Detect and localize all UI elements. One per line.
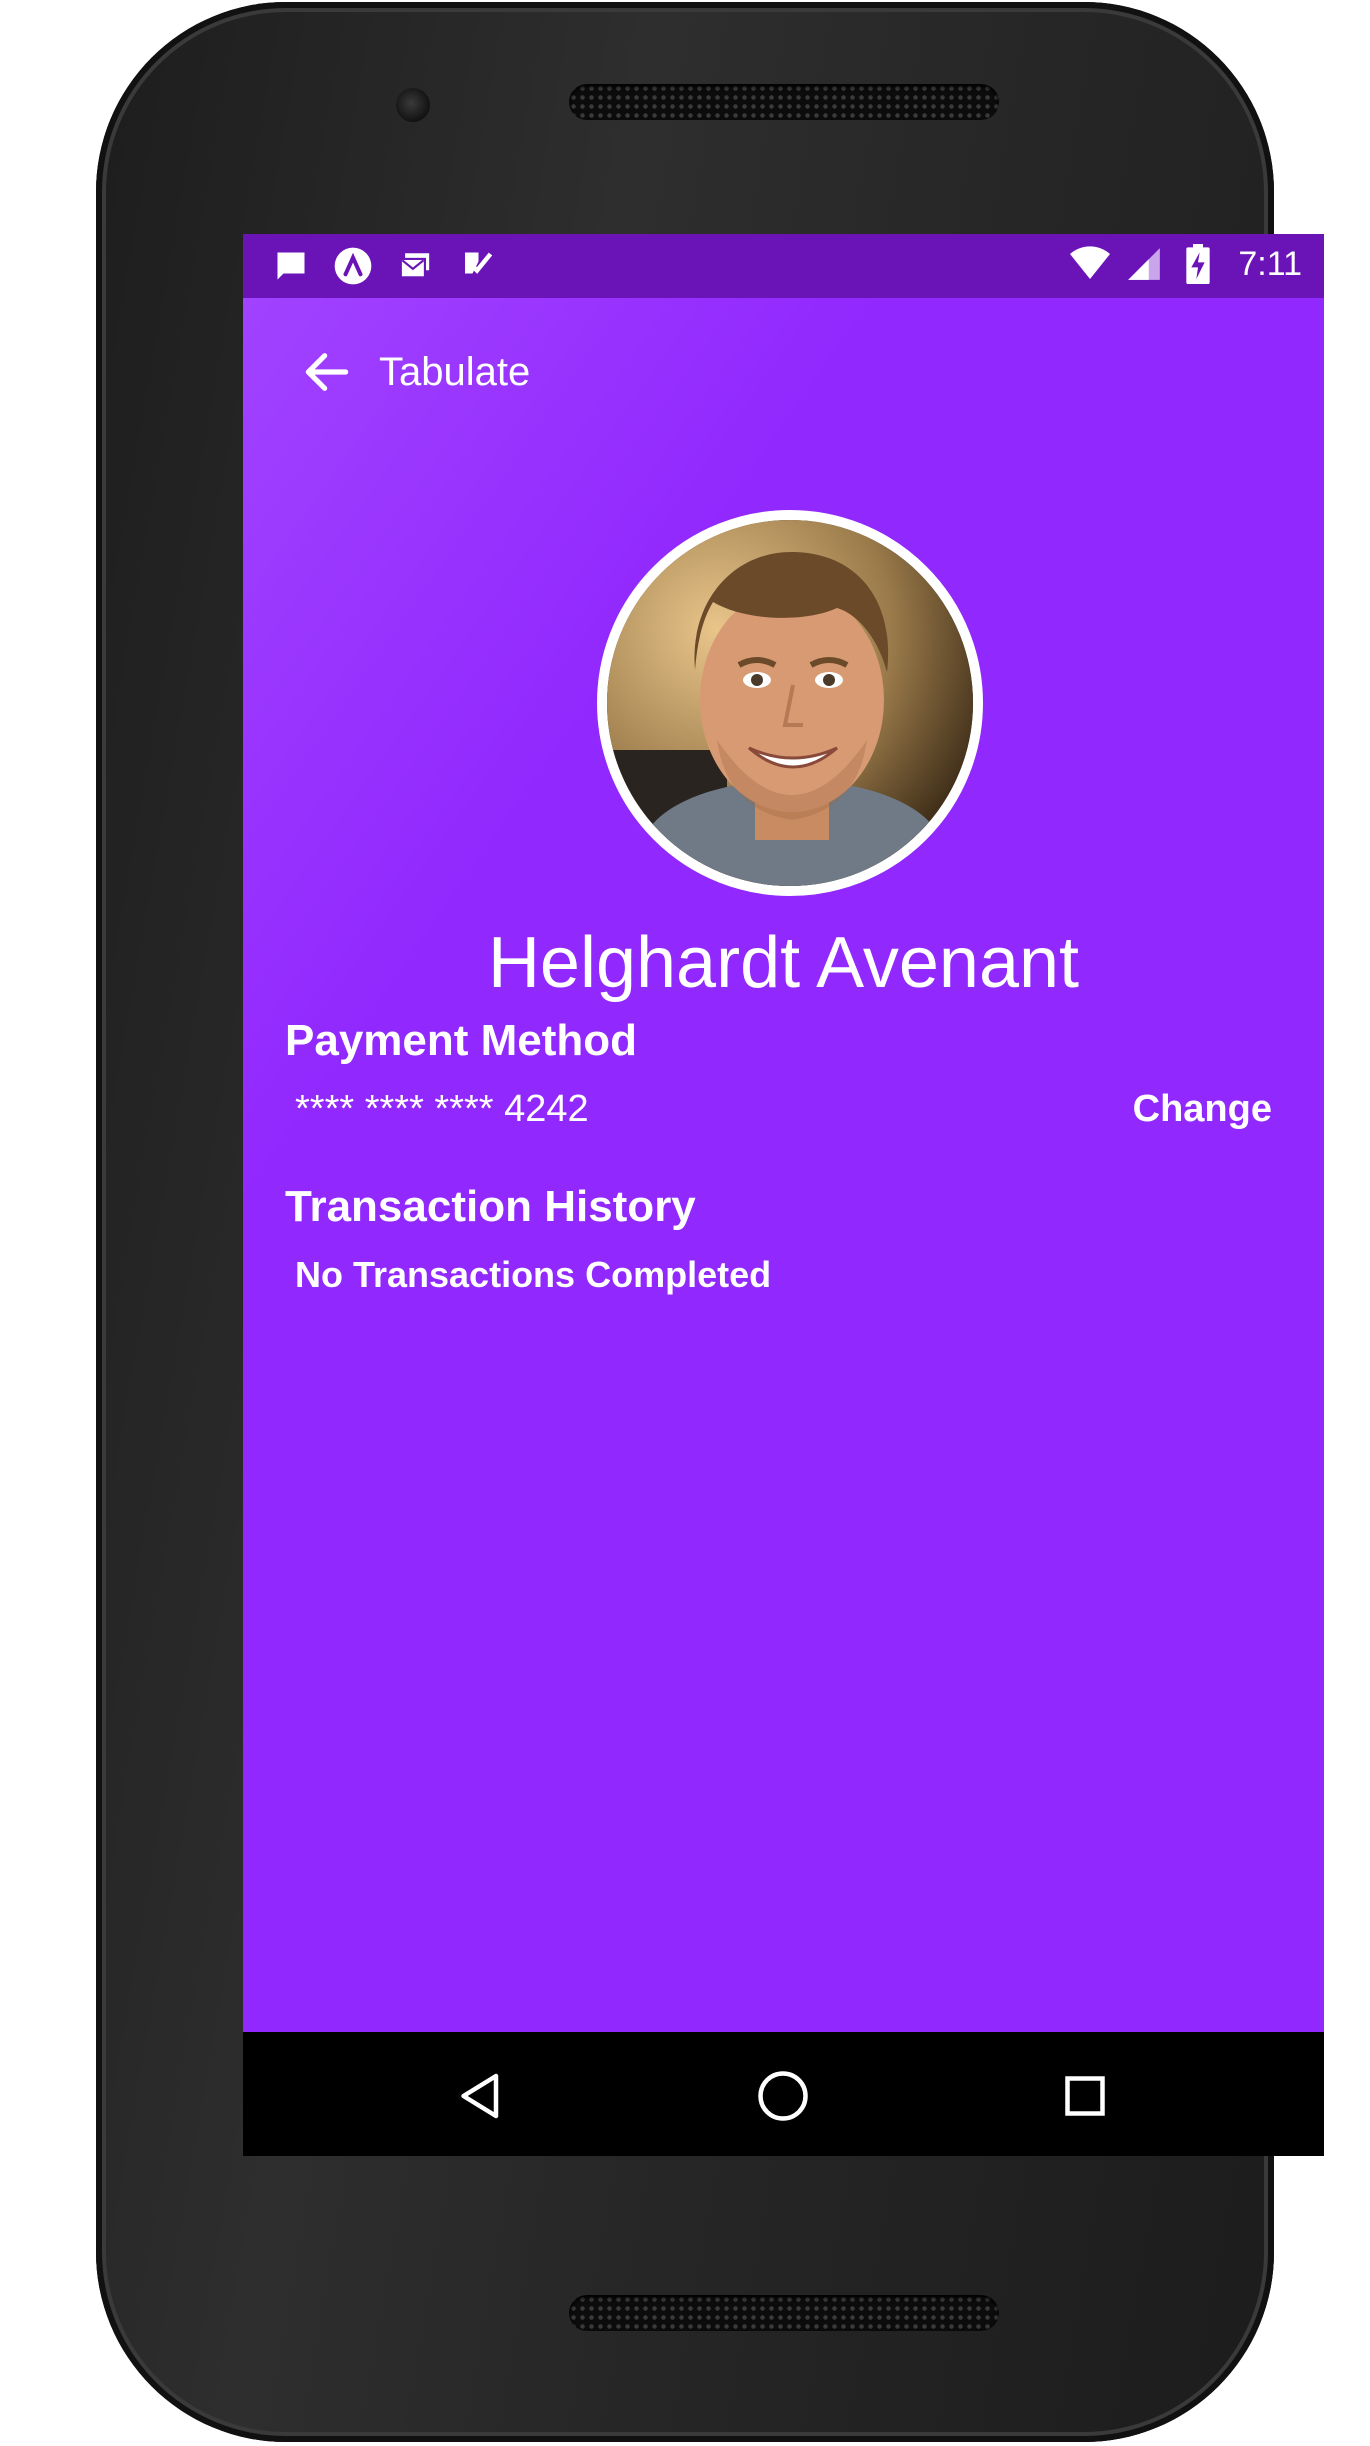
- avatar: [597, 510, 983, 896]
- app-launcher-icon: [333, 246, 373, 286]
- tasks-check-icon: [457, 246, 497, 286]
- arrow-left-icon: [305, 353, 349, 391]
- wifi-icon: [1070, 244, 1111, 284]
- status-clock: 7:11: [1238, 244, 1302, 283]
- home-circle-icon: [758, 2071, 808, 2121]
- user-avatar-photo: [607, 520, 973, 886]
- bottom-speaker: [569, 2295, 999, 2331]
- battery-charging-icon: [1178, 244, 1218, 284]
- nav-recents-button[interactable]: [1055, 2066, 1115, 2126]
- cell-signal-icon: [1124, 244, 1164, 284]
- nav-home-button[interactable]: [753, 2066, 813, 2126]
- mail-icon: [395, 246, 435, 286]
- back-triangle-icon: [461, 2073, 499, 2119]
- change-payment-button[interactable]: Change: [1133, 1088, 1272, 1131]
- user-name: Helghardt Avenant: [487, 923, 1080, 1003]
- status-bar: 7:11: [243, 234, 1324, 298]
- phone-frame: 7:11 Tabulate Helghardt Avenant Payment …: [96, 2, 1324, 2442]
- card-number: **** **** **** 4242: [295, 1088, 589, 1130]
- phone-screen: 7:11 Tabulate Helghardt Avenant Payment …: [243, 234, 1324, 2156]
- navigation-bar: [243, 2032, 1324, 2156]
- back-button[interactable]: [299, 344, 355, 400]
- message-icon: [271, 246, 311, 286]
- top-speaker: [569, 84, 999, 120]
- nav-back-button[interactable]: [451, 2066, 511, 2126]
- empty-transactions-text: No Transactions Completed: [295, 1254, 772, 1295]
- profile-screen: Tabulate Helghardt Avenant Payment Metho…: [243, 298, 1324, 2032]
- toolbar-title: Tabulate: [379, 350, 531, 394]
- payment-method-title: Payment Method: [285, 1016, 638, 1065]
- recents-square-icon: [1065, 2076, 1105, 2116]
- front-camera: [396, 88, 430, 122]
- transaction-history-title: Transaction History: [285, 1182, 696, 1231]
